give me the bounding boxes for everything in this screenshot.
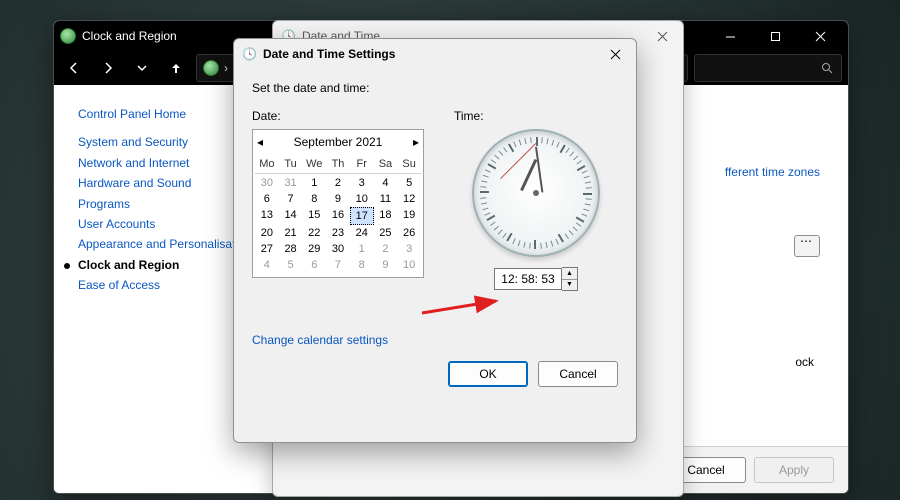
calendar-day[interactable]: 30 (326, 241, 350, 257)
calendar-day[interactable]: 28 (279, 241, 303, 257)
calendar-dow: Su (397, 156, 421, 172)
calendar-day[interactable]: 24 (350, 225, 374, 241)
additional-clocks-link[interactable]: fferent time zones (725, 165, 820, 179)
change-button[interactable] (794, 235, 820, 257)
dialog2-subtitle: Set the date and time: (252, 81, 618, 95)
calendar-day[interactable]: 1 (302, 175, 326, 191)
calendar-day[interactable]: 3 (397, 241, 421, 257)
truncated-label: ock (795, 355, 814, 369)
search-icon (821, 62, 833, 74)
calendar-day[interactable]: 3 (350, 175, 374, 191)
calendar-day[interactable]: 5 (279, 257, 303, 273)
calendar-day[interactable]: 27 (255, 241, 279, 257)
time-input[interactable] (494, 268, 562, 290)
calendar-day[interactable]: 13 (255, 207, 279, 223)
close-button[interactable] (798, 22, 842, 50)
dialog2-cancel-button[interactable]: Cancel (538, 361, 618, 387)
calendar-day[interactable]: 16 (326, 207, 350, 223)
dialog2-titlebar[interactable]: 🕓 Date and Time Settings (234, 39, 636, 69)
calendar-day[interactable]: 8 (350, 257, 374, 273)
calendar-day[interactable]: 20 (255, 225, 279, 241)
dialog2-ok-button[interactable]: OK (448, 361, 528, 387)
analog-clock (472, 129, 600, 257)
change-calendar-settings-link[interactable]: Change calendar settings (252, 333, 388, 347)
calendar-dow: We (302, 156, 326, 172)
calendar-day[interactable]: 7 (279, 191, 303, 207)
date-time-settings-dialog: 🕓 Date and Time Settings Set the date an… (233, 38, 637, 443)
app-icon (60, 28, 76, 44)
calendar-day[interactable]: 25 (374, 225, 398, 241)
dialog2-icon: 🕓 (242, 47, 257, 61)
calendar-day[interactable]: 2 (326, 175, 350, 191)
calendar-day[interactable]: 9 (374, 257, 398, 273)
time-spin-up-button[interactable]: ▲ (562, 268, 577, 280)
maximize-button[interactable] (753, 22, 797, 50)
time-spinner[interactable]: ▲ ▼ (562, 267, 578, 291)
calendar-day[interactable]: 23 (326, 225, 350, 241)
calendar-day[interactable]: 6 (302, 257, 326, 273)
calendar-day[interactable]: 21 (279, 225, 303, 241)
dialog2-title: Date and Time Settings (263, 47, 602, 61)
calendar-day[interactable]: 22 (302, 225, 326, 241)
dialog2-close-button[interactable] (602, 42, 628, 66)
calendar-day[interactable]: 7 (326, 257, 350, 273)
calendar-day[interactable]: 18 (374, 207, 398, 223)
calendar-day[interactable]: 19 (397, 207, 421, 223)
back-button[interactable] (60, 54, 88, 82)
breadcrumb-icon (203, 60, 219, 76)
calendar-day[interactable]: 14 (279, 207, 303, 223)
hour-hand (520, 159, 537, 191)
calendar-day[interactable]: 4 (374, 175, 398, 191)
search-input[interactable] (694, 54, 842, 82)
clock-pivot (533, 190, 539, 196)
calendar-day[interactable]: 17 (350, 207, 374, 225)
date-label: Date: (252, 109, 424, 123)
calendar-day[interactable]: 10 (397, 257, 421, 273)
calendar-day[interactable]: 26 (397, 225, 421, 241)
calendar-day[interactable]: 29 (302, 241, 326, 257)
calendar-day[interactable]: 31 (279, 175, 303, 191)
calendar-month-label[interactable]: September 2021 (263, 135, 413, 149)
calendar-day[interactable]: 5 (397, 175, 421, 191)
calendar-day[interactable]: 9 (326, 191, 350, 207)
calendar-day[interactable]: 11 (374, 191, 398, 207)
calendar[interactable]: ◂ September 2021 ▸ MoTuWeThFrSaSu3031123… (252, 129, 424, 278)
calendar-day[interactable]: 8 (302, 191, 326, 207)
calendar-dow: Tu (279, 156, 303, 172)
calendar-day[interactable]: 15 (302, 207, 326, 223)
calendar-day[interactable]: 6 (255, 191, 279, 207)
calendar-dow: Sa (374, 156, 398, 172)
calendar-next-button[interactable]: ▸ (413, 135, 419, 149)
calendar-day[interactable]: 30 (255, 175, 279, 191)
up-button[interactable] (162, 54, 190, 82)
breadcrumb-sep: › (224, 61, 228, 75)
time-label: Time: (454, 109, 618, 123)
time-spin-down-button[interactable]: ▼ (562, 280, 577, 291)
calendar-day[interactable]: 2 (374, 241, 398, 257)
minute-hand (535, 147, 543, 193)
apply-button: Apply (754, 457, 834, 483)
calendar-day[interactable]: 1 (350, 241, 374, 257)
calendar-day[interactable]: 10 (350, 191, 374, 207)
minimize-button[interactable] (708, 22, 752, 50)
calendar-day[interactable]: 4 (255, 257, 279, 273)
calendar-dow: Mo (255, 156, 279, 172)
calendar-dow: Th (326, 156, 350, 172)
recent-dropdown-button[interactable] (128, 54, 156, 82)
calendar-day[interactable]: 12 (397, 191, 421, 207)
dialog1-close-button[interactable] (649, 24, 675, 48)
forward-button[interactable] (94, 54, 122, 82)
calendar-dow: Fr (350, 156, 374, 172)
